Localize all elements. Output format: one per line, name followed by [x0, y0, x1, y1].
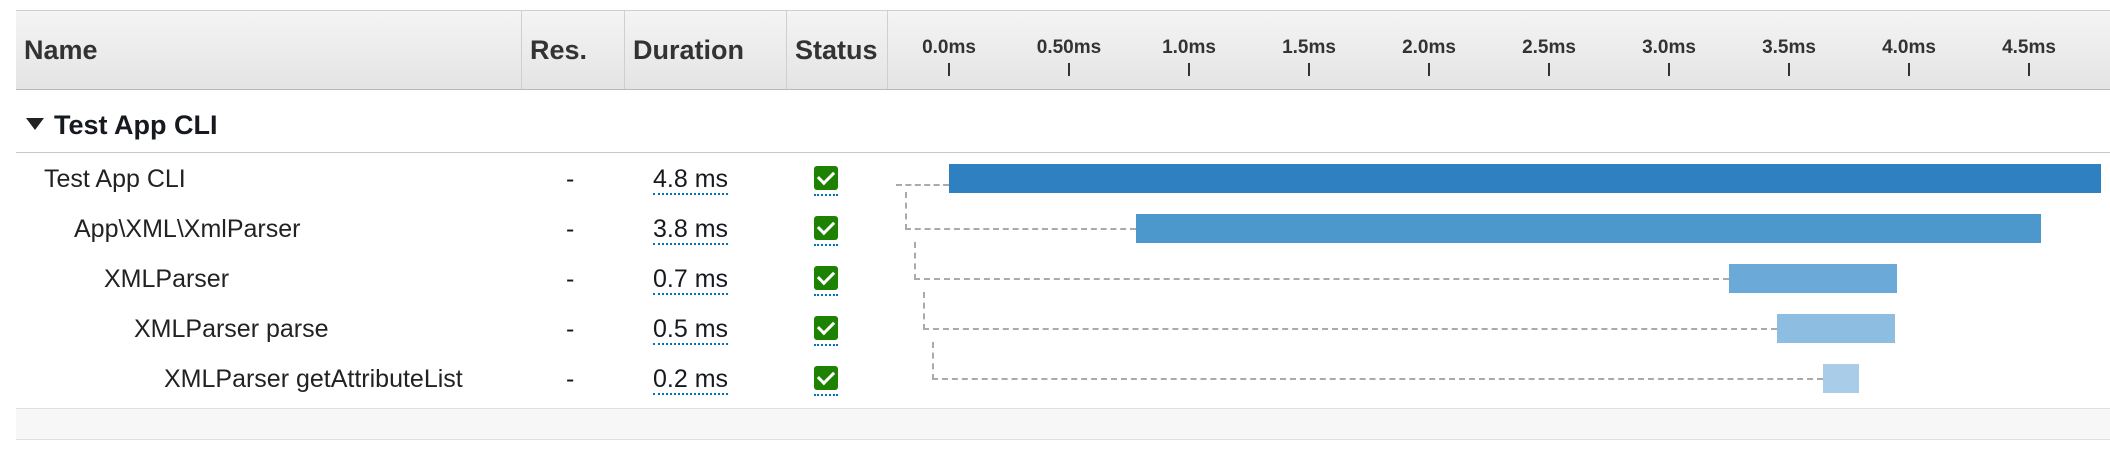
segment-timeline-bar[interactable]	[1136, 214, 2041, 243]
status-ok-icon[interactable]	[814, 366, 838, 390]
status-underline	[814, 194, 838, 196]
segment-timeline-bar[interactable]	[949, 164, 2101, 193]
timeline-tick-mark	[1068, 63, 1070, 76]
segment-connector	[914, 242, 1729, 280]
segment-connector	[905, 192, 1137, 230]
timeline-tick-mark	[1548, 63, 1550, 76]
status-ok-icon[interactable]	[814, 216, 838, 240]
column-header-res[interactable]: Res.	[522, 11, 625, 89]
segment-name[interactable]: XMLParser	[104, 265, 229, 294]
timeline-tick-mark	[1308, 63, 1310, 76]
timeline-tick-label: 4.0ms	[1882, 37, 1936, 58]
column-header-name-label: Name	[24, 34, 98, 65]
timeline-tick-mark	[948, 63, 950, 76]
status-ok-icon[interactable]	[814, 316, 838, 340]
timeline-tick-label: 0.50ms	[1036, 37, 1102, 58]
segment-connector	[896, 184, 949, 186]
segment-connector	[932, 342, 1823, 380]
segment-response: -	[566, 365, 575, 393]
table-footer	[16, 408, 2110, 440]
timeline-tick-label: 1.5ms	[1282, 37, 1336, 58]
segment-timeline-bar[interactable]	[1822, 364, 1859, 393]
column-header-status-label: Status	[795, 34, 878, 65]
timeline-tick-label: 2.0ms	[1402, 37, 1456, 58]
column-header-res-label: Res.	[530, 34, 588, 65]
segment-duration[interactable]: 0.2 ms	[653, 365, 729, 395]
status-ok-icon[interactable]	[814, 266, 838, 290]
segment-duration[interactable]: 0.7 ms	[653, 265, 729, 295]
table-header: Name Res. Duration Status 0.0ms 0.50ms 1.0…	[16, 10, 2110, 90]
timeline-tick-mark	[1908, 63, 1910, 76]
caret-down-icon[interactable]	[26, 118, 44, 130]
timeline-tick-label: 4.5ms	[2002, 37, 2056, 58]
segment-response: -	[566, 265, 575, 293]
segment-name[interactable]: XMLParser parse	[134, 315, 329, 344]
status-underline	[814, 344, 838, 346]
timeline-tick-label: 0.0ms	[922, 37, 976, 58]
segment-timeline-bar[interactable]	[1777, 314, 1895, 343]
column-header-duration[interactable]: Duration	[625, 11, 787, 89]
segment-duration[interactable]: 4.8 ms	[653, 165, 729, 195]
timeline-tick-label: 2.5ms	[1522, 37, 1576, 58]
segment-response: -	[566, 215, 575, 243]
timeline-tick-label: 1.0ms	[1162, 37, 1216, 58]
trace-group-header[interactable]: Test App CLI	[16, 100, 2110, 153]
timeline-tick-label: 3.0ms	[1642, 37, 1696, 58]
timeline-tick-mark	[1668, 63, 1670, 76]
status-ok-icon[interactable]	[814, 166, 838, 190]
column-header-status[interactable]: Status	[787, 11, 888, 89]
segment-row[interactable]: XMLParser getAttributeList - 0.2 ms	[16, 342, 2110, 406]
timeline-tick-mark	[1188, 63, 1190, 76]
segment-response: -	[566, 315, 575, 343]
trace-group-title: Test App CLI	[54, 110, 218, 140]
segment-duration[interactable]: 3.8 ms	[653, 215, 729, 245]
status-underline	[814, 294, 838, 296]
segment-connector	[923, 292, 1777, 330]
segment-name[interactable]: XMLParser getAttributeList	[164, 365, 463, 394]
status-underline	[814, 244, 838, 246]
timeline-tick-mark	[2028, 63, 2030, 76]
timeline-tick-label: 3.5ms	[1762, 37, 1816, 58]
segment-name[interactable]: App\XML\XmlParser	[74, 215, 300, 244]
column-header-name[interactable]: Name	[16, 11, 522, 89]
segment-timeline-bar[interactable]	[1729, 264, 1897, 293]
segment-response: -	[566, 165, 575, 193]
status-underline	[814, 394, 838, 396]
segment-name[interactable]: Test App CLI	[44, 165, 186, 194]
timeline-tick-mark	[1788, 63, 1790, 76]
timeline-tick-mark	[1428, 63, 1430, 76]
column-header-duration-label: Duration	[633, 34, 744, 65]
segment-duration[interactable]: 0.5 ms	[653, 315, 729, 345]
